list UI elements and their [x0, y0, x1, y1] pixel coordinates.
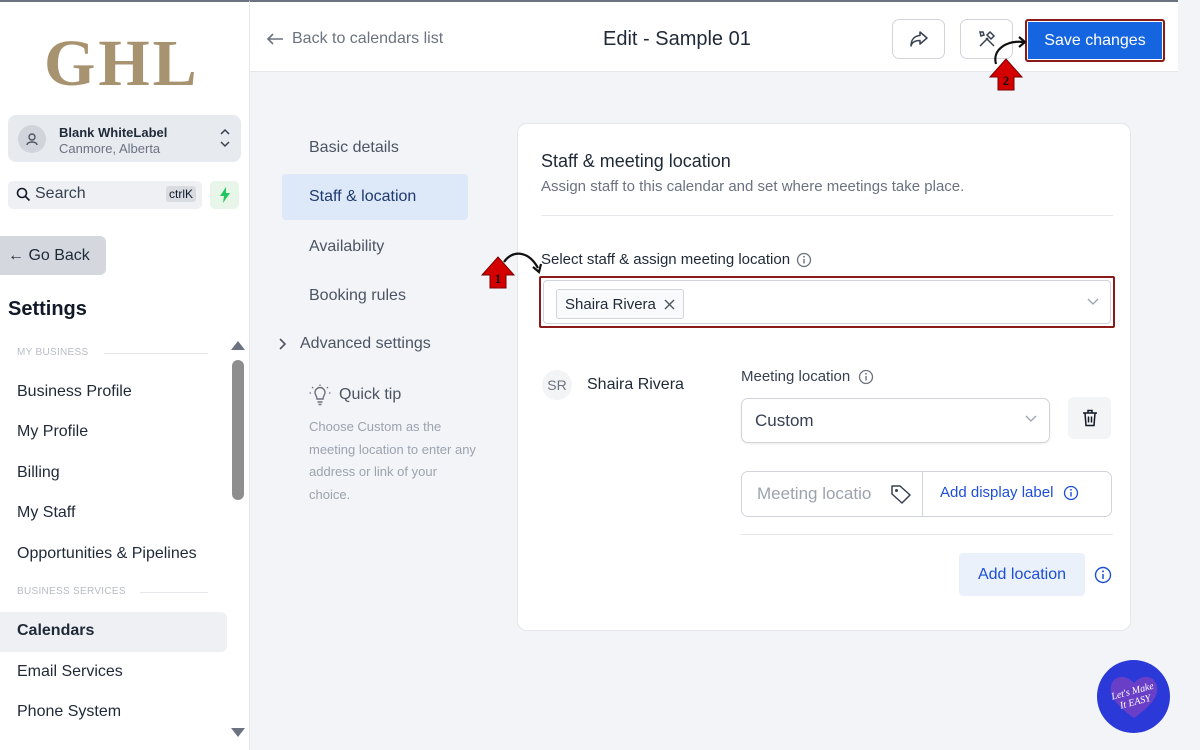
- step-booking-rules[interactable]: Booking rules: [309, 287, 406, 305]
- company-logo: GHL: [44, 27, 200, 100]
- back-link-label: Back to calendars list: [292, 30, 444, 47]
- chevron-updown-icon: [220, 128, 230, 148]
- step-staff-location[interactable]: Staff & location: [282, 174, 468, 220]
- select-staff-label-text: Select staff & assign meeting location: [541, 251, 791, 268]
- card-title: Staff & meeting location: [541, 151, 731, 171]
- section-divider: [104, 353, 208, 354]
- account-switcher[interactable]: Blank WhiteLabel Canmore, Alberta: [8, 115, 241, 162]
- card-divider: [741, 534, 1113, 535]
- card-subtitle: Assign staff to this calendar and set wh…: [541, 178, 965, 195]
- marker-number: 2: [1003, 73, 1010, 88]
- staff-location-card: Staff & meeting location Assign staff to…: [517, 123, 1131, 631]
- quick-tip-title: Quick tip: [339, 386, 402, 403]
- quick-actions-button[interactable]: [210, 181, 239, 209]
- sidebar-item-calendars[interactable]: Calendars: [0, 612, 227, 652]
- settings-heading: Settings: [8, 298, 87, 320]
- quick-tip-text: Choose Custom as the meeting location to…: [309, 419, 476, 502]
- add-display-label-text: Add display label: [940, 484, 1054, 501]
- select-staff-label: Select staff & assign meeting location: [541, 251, 812, 268]
- chevron-down-icon: [1087, 298, 1099, 305]
- lightbulb-icon: [309, 384, 331, 406]
- annotation-marker-2: 2: [988, 36, 1027, 91]
- chip-label: Shaira Rivera: [565, 295, 656, 313]
- sidebar-item-my-profile[interactable]: My Profile: [17, 423, 88, 441]
- sidebar-item-business-profile[interactable]: Business Profile: [17, 383, 132, 401]
- section-label-business-services: BUSINESS SERVICES: [17, 586, 126, 597]
- search-icon: [16, 187, 31, 202]
- meeting-location-placeholder: Meeting locatio: [757, 484, 872, 503]
- sidebar-item-phone-system[interactable]: Phone System: [17, 703, 121, 721]
- meeting-location-select[interactable]: Custom: [741, 398, 1050, 443]
- annotation-marker-1: 1: [480, 252, 543, 289]
- meeting-location-input[interactable]: Meeting locatio: [742, 472, 923, 516]
- trash-icon: [1082, 409, 1097, 427]
- info-icon[interactable]: [1094, 566, 1112, 584]
- sidebar: GHL Blank WhiteLabel Canmore, Alberta Se…: [0, 0, 250, 750]
- scroll-down-icon[interactable]: [231, 728, 245, 737]
- close-icon[interactable]: [664, 299, 675, 310]
- selected-staff-chip: Shaira Rivera: [556, 289, 684, 319]
- lets-make-it-easy-badge: Let's Make It EASY: [1097, 660, 1170, 733]
- meeting-location-value: Custom: [755, 411, 814, 430]
- chevron-right-icon: [279, 338, 287, 350]
- chevron-down-icon: [1025, 415, 1037, 422]
- step-availability[interactable]: Availability: [309, 238, 384, 256]
- sidebar-item-my-staff[interactable]: My Staff: [17, 504, 75, 522]
- window-edge: [1178, 0, 1200, 750]
- info-icon[interactable]: [796, 252, 812, 268]
- add-display-label-button[interactable]: Add display label: [940, 484, 1079, 501]
- scroll-up-icon[interactable]: [231, 341, 245, 350]
- share-icon: [909, 31, 928, 47]
- scrollbar-thumb[interactable]: [232, 360, 244, 500]
- search-shortcut: ctrlK: [166, 186, 196, 202]
- section-divider: [140, 592, 208, 593]
- staff-avatar: SR: [542, 370, 572, 400]
- account-location: Canmore, Alberta: [59, 141, 161, 156]
- lightning-icon: [219, 187, 230, 203]
- staff-name: Shaira Rivera: [587, 376, 684, 393]
- quick-tip-heading: Quick tip: [309, 384, 401, 406]
- sidebar-item-opportunities[interactable]: Opportunities & Pipelines: [17, 545, 197, 563]
- advanced-settings-toggle[interactable]: Advanced settings: [278, 335, 431, 353]
- card-divider: [541, 215, 1113, 216]
- user-location-icon: [18, 125, 46, 153]
- sidebar-item-email-services[interactable]: Email Services: [17, 663, 123, 681]
- meeting-location-label-text: Meeting location: [741, 368, 851, 385]
- info-icon[interactable]: [858, 369, 874, 385]
- back-to-calendars-link[interactable]: Back to calendars list: [266, 30, 443, 48]
- account-name: Blank WhiteLabel: [59, 125, 168, 140]
- go-back-button[interactable]: ← Go Back: [0, 236, 106, 275]
- section-label-my-business: MY BUSINESS: [17, 347, 89, 358]
- tag-icon: [891, 485, 911, 504]
- delete-location-button[interactable]: [1068, 397, 1111, 439]
- arrow-left-icon: [266, 33, 283, 45]
- step-basic-details[interactable]: Basic details: [309, 139, 399, 157]
- search-label: Search: [35, 185, 86, 202]
- sidebar-item-billing[interactable]: Billing: [17, 464, 60, 482]
- share-button[interactable]: [892, 19, 945, 59]
- search-button[interactable]: Search ctrlK: [8, 181, 202, 209]
- marker-number: 1: [495, 271, 502, 286]
- add-location-button[interactable]: Add location: [959, 553, 1085, 596]
- meeting-location-input-group: Meeting locatio Add display label: [741, 471, 1112, 517]
- info-icon[interactable]: [1063, 485, 1079, 501]
- staff-multiselect[interactable]: Shaira Rivera: [539, 276, 1115, 328]
- meeting-location-label: Meeting location: [741, 368, 874, 385]
- page-title: Edit - Sample 01: [603, 28, 751, 50]
- advanced-settings-label: Advanced settings: [300, 335, 431, 352]
